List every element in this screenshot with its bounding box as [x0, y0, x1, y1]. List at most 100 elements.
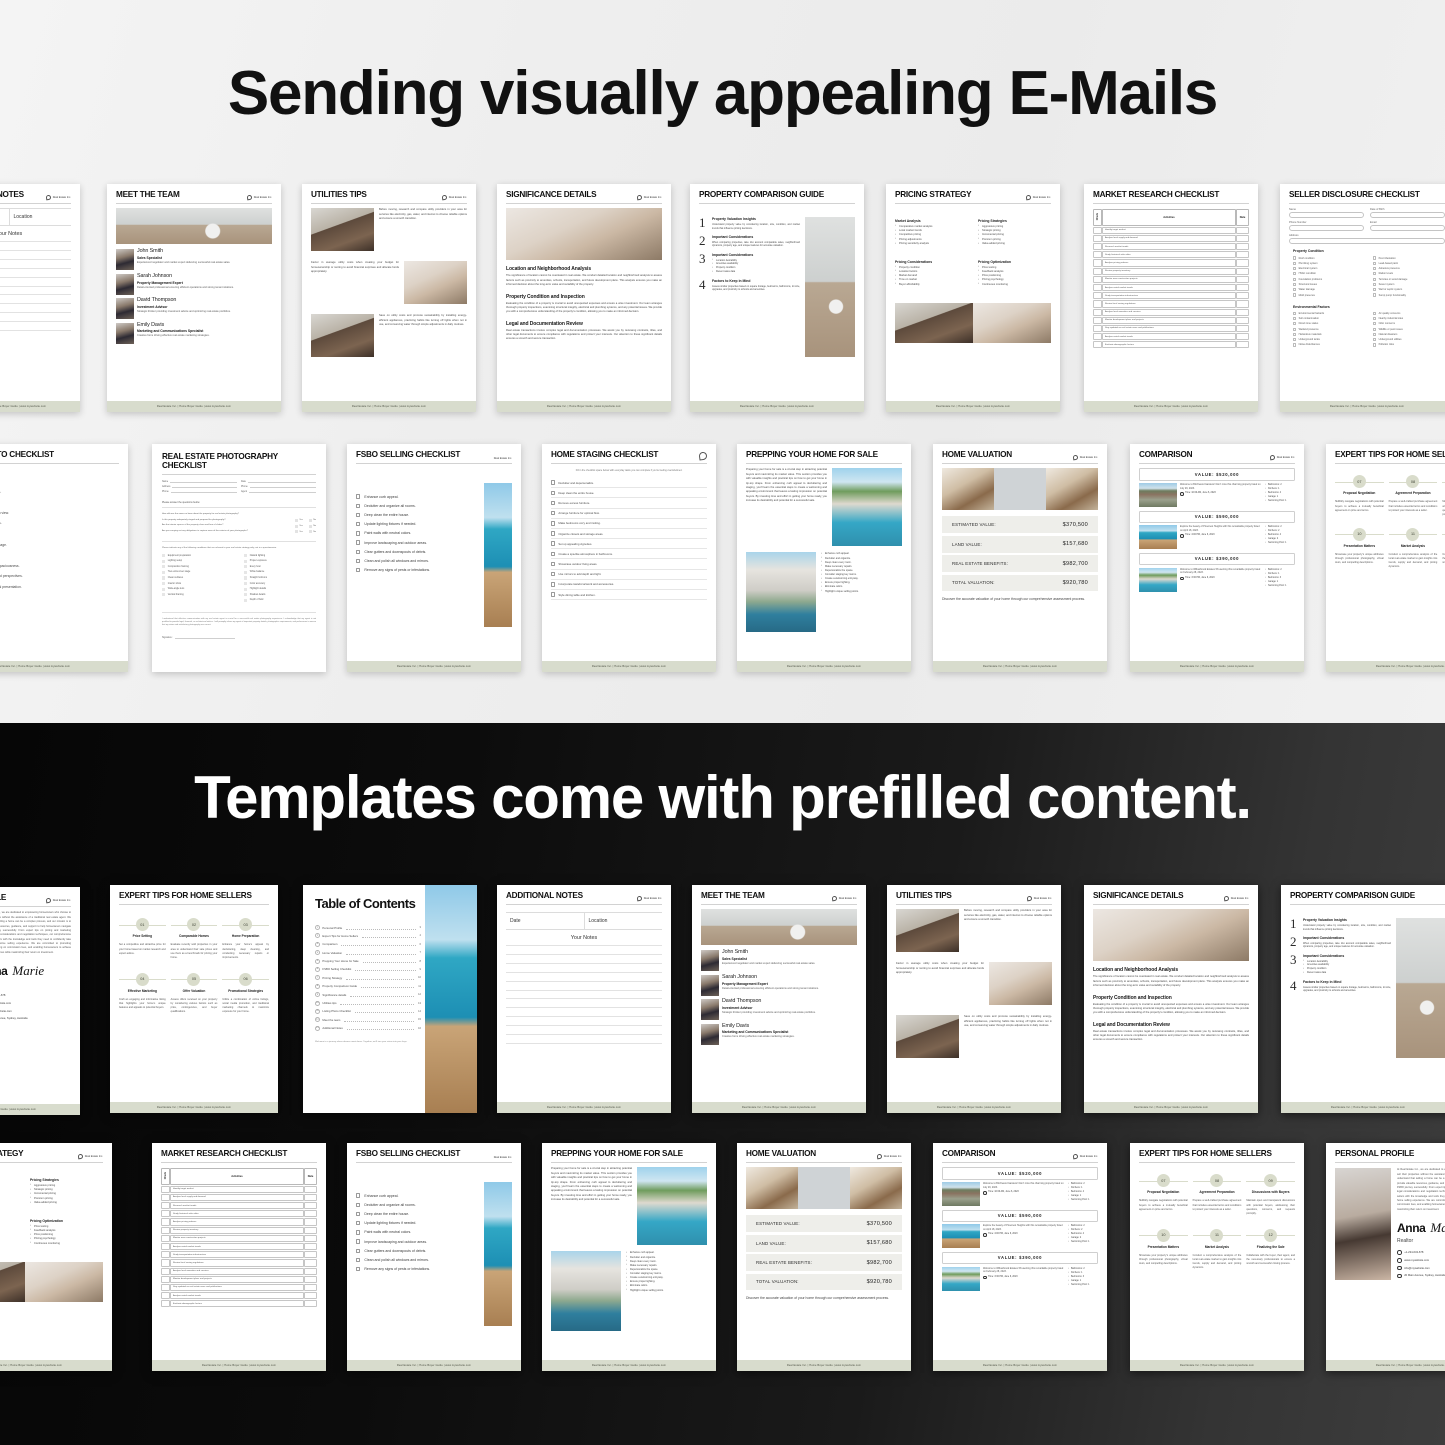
checkbox[interactable]	[551, 551, 556, 557]
checkbox[interactable]	[162, 576, 166, 580]
input-line[interactable]	[170, 479, 237, 483]
template-fsbo-dark[interactable]: FSBO Selling Checklist Real Estate Inc. …	[347, 1143, 521, 1371]
checklist-item[interactable]: Create a spa-like atmosphere in bathroom…	[551, 549, 707, 560]
checkbox[interactable]	[356, 1202, 361, 1208]
checklist-item[interactable]: Set up appealing vignettes.	[551, 539, 707, 550]
template-fsbo-selling-checklist[interactable]: FSBO Selling Checklist Real Estate Inc. …	[347, 444, 521, 672]
template-expert-tips-b[interactable]: Expert Tips for Home Sellers 07 Proposal…	[1326, 444, 1445, 672]
toc-entry[interactable]: 9 Significance details 12	[315, 992, 421, 998]
checkbox[interactable]	[356, 503, 361, 509]
checkbox[interactable]	[1293, 343, 1297, 347]
checkbox[interactable]	[356, 494, 361, 499]
checkbox[interactable]	[1373, 327, 1377, 331]
template-property-comparison-guide-dark[interactable]: Property Comparison Guide 1 Property Val…	[1281, 885, 1445, 1113]
input-line[interactable]	[172, 485, 237, 489]
checkbox[interactable]	[1293, 316, 1297, 321]
template-meet-the-team[interactable]: Meet the Team Real Estate Inc. John Smit…	[107, 184, 281, 412]
checkbox[interactable]	[1373, 343, 1377, 347]
checkbox[interactable]	[356, 531, 361, 536]
checkbox[interactable]	[551, 500, 556, 506]
template-table-of-contents[interactable]: Table of Contents 1 Personal Profile 3 2 Ex…	[303, 885, 477, 1113]
checkbox[interactable]	[1373, 272, 1377, 276]
checkbox[interactable]	[244, 565, 248, 569]
input-phone[interactable]	[1289, 225, 1364, 232]
radio-no[interactable]: No	[308, 530, 316, 534]
checklist-item[interactable]: Update lighting fixtures if needed.	[356, 522, 484, 527]
toc-entry[interactable]: 1 Personal Profile 3	[315, 925, 421, 931]
toc-entry[interactable]: 13 Additional Notes 16	[315, 1025, 421, 1031]
checkbox[interactable]	[162, 581, 166, 586]
checklist-item[interactable]: Incorporate tasteful artwork and accesso…	[551, 580, 707, 590]
toc-entry[interactable]: 10 Utilities tips 13	[315, 1000, 421, 1006]
checkbox[interactable]	[356, 512, 361, 518]
template-utilities-tips-dark[interactable]: Utilities Tips Real Estate Inc. Before m…	[887, 885, 1061, 1113]
checkbox[interactable]	[162, 554, 166, 558]
toc-entry[interactable]: 7 Pricing Strategy 10	[315, 975, 421, 981]
toc-entry[interactable]: 4 Home Valuation 7	[315, 950, 421, 956]
checklist-item[interactable]: Use mirrors to add depth and light.	[551, 570, 707, 580]
checkbox[interactable]	[1373, 332, 1377, 337]
template-utilities-tips[interactable]: Utilities Tips Real Estate Inc. Before m…	[302, 184, 476, 412]
checkbox[interactable]	[1293, 332, 1297, 337]
checkbox[interactable]	[1373, 311, 1377, 315]
checkbox[interactable]	[356, 1239, 361, 1244]
checkbox[interactable]	[356, 540, 361, 545]
checkbox[interactable]	[1373, 316, 1377, 321]
checkbox[interactable]	[1373, 261, 1377, 265]
checklist-item[interactable]: Enhance curb appeal.	[356, 494, 484, 499]
template-home-staging-checklist[interactable]: Home Staging Checklist Fill in the check…	[542, 444, 716, 672]
checkbox[interactable]	[244, 598, 248, 602]
checkbox[interactable]	[1373, 293, 1377, 297]
checkbox[interactable]	[551, 582, 556, 587]
template-significance-details[interactable]: Significance Details Real Estate Inc. Lo…	[497, 184, 671, 412]
checkbox[interactable]	[1293, 277, 1297, 281]
input-dob[interactable]	[1370, 212, 1445, 219]
checkbox[interactable]	[1373, 282, 1377, 287]
input-line[interactable]	[247, 479, 316, 483]
checkbox[interactable]	[162, 559, 166, 563]
checkbox[interactable]	[162, 565, 166, 569]
input-line[interactable]	[249, 485, 316, 489]
checkbox[interactable]	[1293, 267, 1297, 271]
checkbox[interactable]	[1293, 322, 1297, 326]
checklist-item[interactable]: Declutter and organize all rooms.	[356, 503, 484, 509]
checkbox[interactable]	[356, 1193, 361, 1198]
checkbox[interactable]	[244, 581, 248, 586]
checklist-item[interactable]: Style dining table and kitchen.	[551, 590, 707, 601]
template-pricing-strategy-dark[interactable]: Pricing Strategy Real Estate Inc. Market…	[0, 1143, 112, 1371]
checkbox[interactable]	[1293, 293, 1297, 297]
checklist-item[interactable]: Paint walls with neutral colors.	[356, 531, 484, 536]
template-property-comparison-guide[interactable]: Property Comparison Guide 1 Property Val…	[690, 184, 864, 412]
checklist-item[interactable]: Improve landscaping and outdoor areas.	[356, 1239, 484, 1244]
checkbox[interactable]	[1293, 311, 1297, 315]
checkbox[interactable]	[551, 531, 556, 536]
checklist-item[interactable]: Remove any signs of pests or infestation…	[356, 1266, 484, 1272]
checkbox[interactable]	[162, 587, 166, 591]
checkbox[interactable]	[551, 592, 556, 597]
input-address[interactable]	[1289, 238, 1445, 245]
template-market-research-dark[interactable]: Market Research Checklist Check Activiti…	[152, 1143, 326, 1371]
checklist-item[interactable]: Clean and polish all windows and mirrors…	[356, 1257, 484, 1263]
template-market-research-checklist[interactable]: Market Research Checklist Check Activiti…	[1084, 184, 1258, 412]
checkbox[interactable]	[162, 593, 166, 597]
toc-entry[interactable]: 2 Expert Tips for Home Sellers 4	[315, 933, 421, 939]
template-photography-checklist[interactable]: Real Estate Photography Checklist Name D…	[152, 444, 326, 672]
checkbox[interactable]	[244, 587, 248, 591]
checkbox[interactable]	[244, 554, 248, 558]
toc-entry[interactable]: 8 Property Comparison Guide 11	[315, 983, 421, 989]
checklist-item[interactable]: Deep clean the entire house.	[356, 512, 484, 518]
radio-yes[interactable]: Yes	[294, 530, 303, 534]
checklist-item[interactable]: Paint walls with neutral colors.	[356, 1230, 484, 1235]
template-home-valuation[interactable]: Home Valuation Real Estate Inc. ESTIMATE…	[933, 444, 1107, 672]
checklist-item[interactable]: Arrange furniture for optimal flow.	[551, 509, 707, 519]
checkbox[interactable]	[551, 490, 556, 496]
checkbox[interactable]	[1373, 338, 1377, 342]
template-personal-profile-dark[interactable]: Personal Profile Real Estate Inc. At Rea…	[1326, 1143, 1445, 1371]
checkbox[interactable]	[356, 1266, 361, 1272]
radio-no[interactable]: No	[308, 524, 316, 528]
checkbox[interactable]	[356, 1248, 361, 1253]
toc-entry[interactable]: 11 Listing Photo Checklist 14	[315, 1008, 421, 1014]
checkbox[interactable]	[244, 593, 248, 597]
toc-entry[interactable]: 5 Prepping Your Home for Sale 8	[315, 958, 421, 964]
radio-yes[interactable]: Yes	[294, 524, 303, 528]
